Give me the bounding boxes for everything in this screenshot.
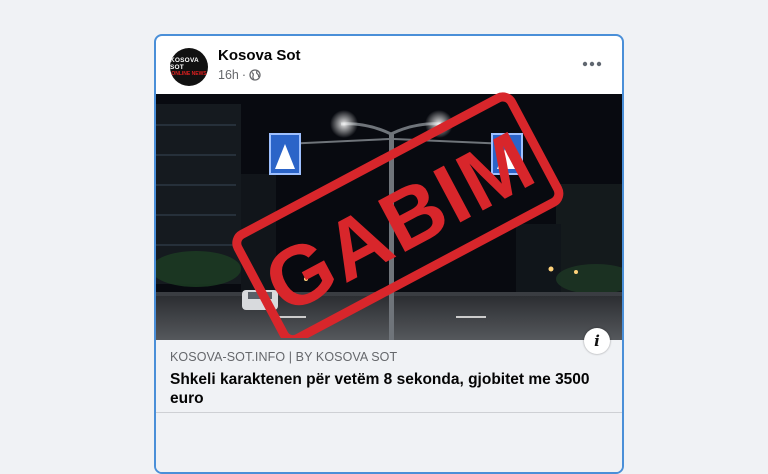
link-preview-box[interactable]: KOSOVA-SOT.INFO | BY KOSOVA SOT Shkeli k… (156, 340, 622, 472)
link-preview-image[interactable] (156, 94, 622, 340)
avatar-logo-subtext: ONLINE NEWS (171, 71, 207, 77)
link-headline[interactable]: Shkeli karaktenen për vetëm 8 sekonda, g… (170, 370, 610, 408)
post-card: KOSOVA SOT ONLINE NEWS Kosova Sot 16h · (154, 34, 624, 474)
post-header: KOSOVA SOT ONLINE NEWS Kosova Sot 16h · (156, 36, 622, 94)
post-time-link[interactable]: 16h (218, 68, 239, 82)
avatar-logo-text: KOSOVA SOT (170, 57, 199, 71)
globe-icon (249, 69, 261, 81)
meta-separator: · (241, 68, 247, 82)
card-divider (156, 412, 622, 413)
more-options-icon[interactable] (580, 52, 604, 76)
link-source: KOSOVA-SOT.INFO | BY KOSOVA SOT (170, 350, 398, 364)
info-icon[interactable]: i (584, 328, 610, 354)
page-avatar[interactable]: KOSOVA SOT ONLINE NEWS (170, 48, 208, 86)
page-name-link[interactable]: Kosova Sot (218, 47, 301, 64)
night-street-photo (156, 94, 622, 340)
post-meta: 16h · (218, 68, 261, 82)
